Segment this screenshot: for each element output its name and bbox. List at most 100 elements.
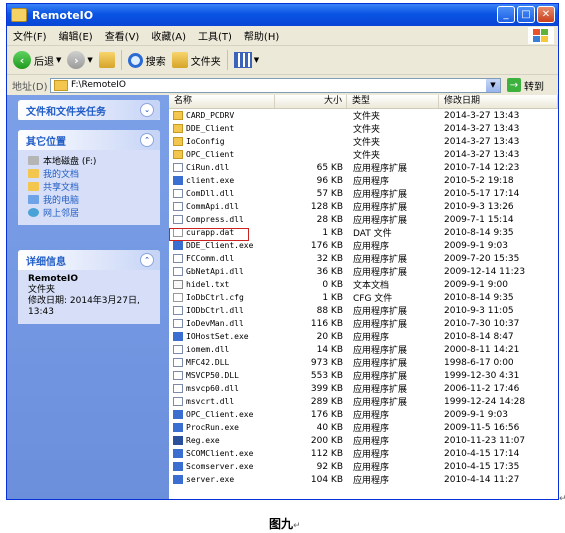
file-name: OPC_Client.exe bbox=[186, 410, 254, 419]
file-row[interactable]: server.exe 104 KB 应用程序 2010-4-14 11:27 bbox=[169, 473, 558, 486]
file-row[interactable]: ProcRun.exe 40 KB 应用程序 2009-11-5 16:56 bbox=[169, 421, 558, 434]
file-name: Compress.dll bbox=[186, 215, 244, 224]
menu-view[interactable]: 查看(V) bbox=[99, 28, 146, 43]
file-type: 应用程序 bbox=[353, 411, 390, 421]
file-name-cell: Reg.exe bbox=[169, 436, 275, 445]
go-label: 转到 bbox=[524, 81, 544, 93]
collapse-icon[interactable]: ⌃ bbox=[140, 133, 154, 147]
caption-text: 图九 bbox=[269, 517, 294, 531]
forward-arrow-icon: › bbox=[67, 51, 86, 69]
go-button[interactable]: → 转到 bbox=[507, 78, 544, 93]
file-size: 88 KB bbox=[316, 305, 343, 316]
place-shared-documents[interactable]: 共享文档 bbox=[28, 180, 154, 193]
file-row[interactable]: OPC_Client.exe 176 KB 应用程序 2009-9-1 9:03 bbox=[169, 408, 558, 421]
menu-edit[interactable]: 编辑(E) bbox=[53, 28, 99, 43]
file-row[interactable]: GbNetApi.dll 36 KB 应用程序扩展 2009-12-14 11:23 bbox=[169, 265, 558, 278]
file-row[interactable]: hidel.txt 0 KB 文本文档 2009-9-1 9:00 bbox=[169, 278, 558, 291]
file-row[interactable]: IODbCtrl.dll 88 KB 应用程序扩展 2010-9-3 11:05 bbox=[169, 304, 558, 317]
forward-button[interactable]: › ▼ bbox=[67, 51, 93, 69]
title-bar[interactable]: RemoteIO _ □ ✕ bbox=[7, 4, 558, 26]
file-size: 112 KB bbox=[310, 448, 343, 459]
back-arrow-icon: ‹ bbox=[13, 51, 31, 69]
file-row[interactable]: IOHostSet.exe 20 KB 应用程序 2010-8-14 8:47 bbox=[169, 330, 558, 343]
file-date: 1998-6-17 0:00 bbox=[444, 357, 514, 368]
file-row[interactable]: client.exe 96 KB 应用程序 2010-5-2 19:18 bbox=[169, 174, 558, 187]
file-date: 2014-3-27 13:43 bbox=[444, 136, 520, 147]
other-places-header[interactable]: 其它位置 ⌃ bbox=[18, 130, 160, 150]
file-type: 文件夹 bbox=[353, 138, 381, 148]
folder-up-icon bbox=[98, 52, 115, 68]
file-tasks-header[interactable]: 文件和文件夹任务 ⌄ bbox=[18, 100, 160, 120]
file-name: IOHostSet.exe bbox=[186, 332, 249, 341]
chevron-down-icon[interactable]: ▼ bbox=[56, 56, 61, 64]
file-row[interactable]: CiRun.dll 65 KB 应用程序扩展 2010-7-14 12:23 bbox=[169, 161, 558, 174]
chevron-down-icon[interactable]: ▼ bbox=[254, 56, 259, 64]
place-my-documents[interactable]: 我的文档 bbox=[28, 167, 154, 180]
file-row[interactable]: ComDll.dll 57 KB 应用程序扩展 2010-5-17 17:14 bbox=[169, 187, 558, 200]
column-type[interactable]: 类型 bbox=[347, 95, 439, 108]
menu-favorites[interactable]: 收藏(A) bbox=[145, 28, 192, 43]
expand-icon[interactable]: ⌄ bbox=[140, 103, 154, 117]
menu-tools[interactable]: 工具(T) bbox=[192, 28, 238, 43]
file-row[interactable]: CARD_PCDRV 文件夹 2014-3-27 13:43 bbox=[169, 109, 558, 122]
file-name: FCComm.dll bbox=[186, 254, 235, 263]
file-row[interactable]: IoDevMan.dll 116 KB 应用程序扩展 2010-7-30 10:37 bbox=[169, 317, 558, 330]
file-row[interactable]: Reg.exe 200 KB 应用程序 2010-11-23 11:07 bbox=[169, 434, 558, 447]
file-date: 2010-7-14 12:23 bbox=[444, 162, 520, 173]
address-label: 地址(D) bbox=[12, 81, 48, 93]
file-row[interactable]: SCOMClient.exe 112 KB 应用程序 2010-4-15 17:14 bbox=[169, 447, 558, 460]
place-my-computer[interactable]: 我的电脑 bbox=[28, 193, 154, 206]
file-date: 2010-9-3 11:05 bbox=[444, 305, 514, 316]
file-date: 1999-12-24 14:28 bbox=[444, 396, 526, 407]
file-row[interactable]: MFC42.DLL 973 KB 应用程序扩展 1998-6-17 0:00 bbox=[169, 356, 558, 369]
file-date: 2009-11-5 16:56 bbox=[444, 422, 520, 433]
menu-help[interactable]: 帮助(H) bbox=[238, 28, 285, 43]
close-button[interactable]: ✕ bbox=[537, 6, 555, 23]
file-row[interactable]: IoDbCtrl.cfg 1 KB CFG 文件 2010-8-14 9:35 bbox=[169, 291, 558, 304]
chevron-down-icon[interactable]: ▼ bbox=[87, 56, 92, 64]
file-name-cell: IoDbCtrl.cfg bbox=[169, 293, 275, 302]
back-button[interactable]: ‹ 后退 ▼ bbox=[13, 51, 61, 69]
menu-file[interactable]: 文件(F) bbox=[7, 28, 53, 43]
column-name[interactable]: 名称 bbox=[169, 95, 275, 108]
details-header[interactable]: 详细信息 ⌃ bbox=[18, 250, 160, 270]
search-button[interactable]: 搜索 bbox=[127, 52, 166, 68]
file-row[interactable]: Scomserver.exe 92 KB 应用程序 2010-4-15 17:35 bbox=[169, 460, 558, 473]
drive-icon bbox=[28, 156, 39, 165]
collapse-icon[interactable]: ⌃ bbox=[140, 253, 154, 267]
column-size[interactable]: 大小 bbox=[275, 95, 347, 108]
place-local-disk[interactable]: 本地磁盘 (F:) bbox=[28, 154, 154, 167]
file-row[interactable]: OPC_Client 文件夹 2014-3-27 13:43 bbox=[169, 148, 558, 161]
file-name-cell: DDE_Client bbox=[169, 124, 275, 133]
file-row[interactable]: MSVCP50.DLL 553 KB 应用程序扩展 1999-12-30 4:31 bbox=[169, 369, 558, 382]
file-row[interactable]: msvcp60.dll 399 KB 应用程序扩展 2006-11-2 17:46 bbox=[169, 382, 558, 395]
file-row[interactable]: msvcrt.dll 289 KB 应用程序扩展 1999-12-24 14:28 bbox=[169, 395, 558, 408]
views-button[interactable]: ▼ bbox=[233, 52, 259, 68]
file-name-cell: iomem.dll bbox=[169, 345, 275, 354]
file-size: 20 KB bbox=[316, 331, 343, 342]
file-row[interactable]: DDE_Client 文件夹 2014-3-27 13:43 bbox=[169, 122, 558, 135]
maximize-button[interactable]: □ bbox=[517, 6, 535, 23]
file-name-cell: FCComm.dll bbox=[169, 254, 275, 263]
file-size: 1 KB bbox=[322, 227, 343, 238]
file-row[interactable]: IoConfig 文件夹 2014-3-27 13:43 bbox=[169, 135, 558, 148]
file-row[interactable]: iomem.dll 14 KB 应用程序扩展 2000-8-11 14:21 bbox=[169, 343, 558, 356]
column-date[interactable]: 修改日期 bbox=[439, 95, 558, 108]
file-row[interactable]: Compress.dll 28 KB 应用程序扩展 2009-7-1 15:14 bbox=[169, 213, 558, 226]
folders-button[interactable]: 文件夹 bbox=[171, 52, 221, 68]
file-type: 应用程序扩展 bbox=[353, 359, 408, 369]
file-size: 14 KB bbox=[316, 344, 343, 355]
file-row[interactable]: FCComm.dll 32 KB 应用程序扩展 2009-7-20 15:35 bbox=[169, 252, 558, 265]
file-row[interactable]: CommApi.dll 128 KB 应用程序扩展 2010-9-3 13:26 bbox=[169, 200, 558, 213]
file-date: 2010-11-23 11:07 bbox=[444, 435, 526, 446]
address-input[interactable]: F:\RemoteIO ▼ bbox=[50, 77, 501, 93]
dll-icon bbox=[173, 163, 183, 172]
place-network[interactable]: 网上邻居 bbox=[28, 206, 154, 219]
file-size: 32 KB bbox=[316, 253, 343, 264]
file-name-cell: msvcp60.dll bbox=[169, 384, 275, 393]
file-date: 2014-3-27 13:43 bbox=[444, 110, 520, 121]
details-panel: 详细信息 ⌃ RemoteIO 文件夹 修改日期: 2014年3月27日, 13… bbox=[18, 250, 160, 324]
chevron-down-icon[interactable]: ▼ bbox=[486, 78, 500, 92]
minimize-button[interactable]: _ bbox=[497, 6, 515, 23]
up-button[interactable] bbox=[98, 52, 115, 68]
